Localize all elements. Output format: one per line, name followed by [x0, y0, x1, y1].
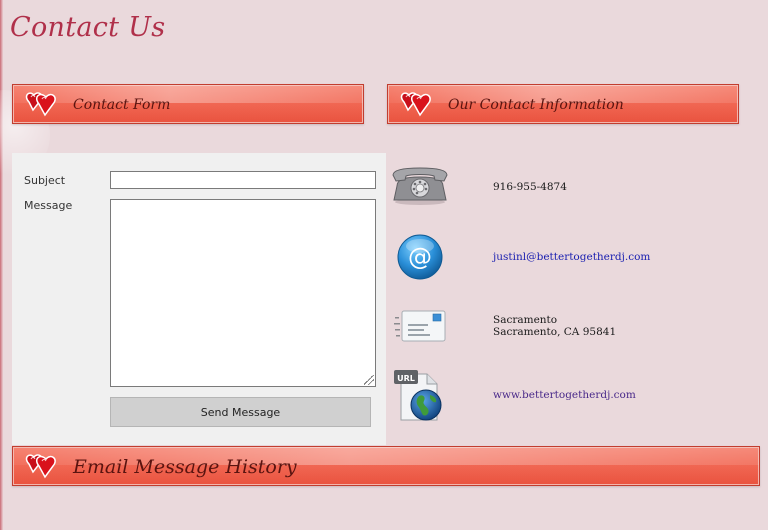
contact-form: Subject Message Send Message	[12, 153, 386, 445]
address-line-1: Sacramento	[493, 314, 558, 326]
letter-icon	[394, 310, 446, 342]
hearts-icon	[400, 92, 431, 117]
send-message-button[interactable]: Send Message	[110, 397, 371, 427]
email-history-heading: Email Message History	[73, 456, 297, 478]
svg-text:@: @	[408, 243, 432, 271]
textarea-resize-grip[interactable]	[364, 375, 374, 385]
contact-form-banner: Contact Form	[12, 84, 364, 124]
contact-info-banner: Our Contact Information	[387, 84, 739, 124]
phone-number: 916-955-4874	[493, 181, 567, 193]
contact-form-heading: Contact Form	[73, 97, 171, 113]
banner-shine	[13, 85, 363, 104]
url-globe-icon: URL	[394, 370, 442, 421]
page-left-border	[0, 0, 3, 530]
subject-input[interactable]	[110, 171, 376, 189]
svg-text:URL: URL	[397, 374, 415, 383]
website-link[interactable]: www.bettertogetherdj.com	[493, 389, 636, 401]
at-sign-icon: @	[397, 234, 443, 280]
contact-page: Contact Us Contact Form Our Contact Info…	[0, 0, 768, 530]
address-line-2: Sacramento, CA 95841	[493, 326, 617, 338]
email-history-banner: Email Message History	[12, 446, 760, 486]
page-title: Contact Us	[10, 12, 166, 43]
message-textarea[interactable]	[110, 199, 376, 387]
contact-info-heading: Our Contact Information	[448, 97, 624, 113]
telephone-icon	[392, 167, 448, 205]
hearts-icon	[25, 92, 56, 117]
subject-label: Subject	[24, 174, 66, 187]
message-label: Message	[24, 199, 73, 212]
email-link[interactable]: justinl@bettertogetherdj.com	[493, 251, 650, 263]
hearts-icon	[25, 454, 56, 479]
